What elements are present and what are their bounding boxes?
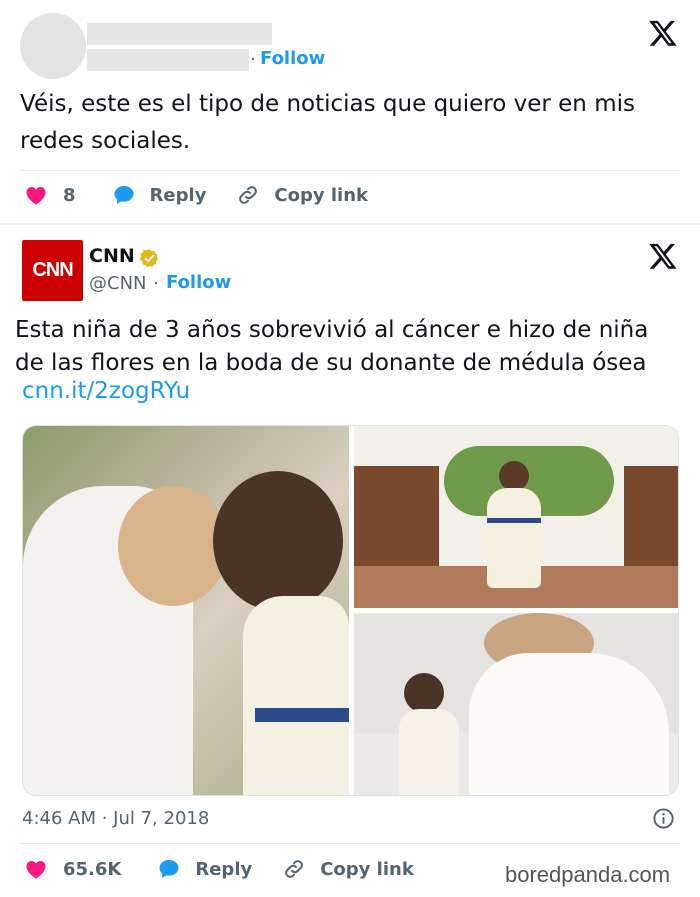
link-icon	[239, 186, 258, 204]
divider	[20, 843, 680, 844]
redacted-display-name	[87, 23, 272, 45]
article-link[interactable]: cnn.it/2zogRYu	[22, 378, 190, 404]
reply-button[interactable]: Reply	[157, 857, 252, 881]
reply-label: Reply	[195, 858, 253, 880]
heart-icon	[26, 861, 46, 879]
tweet-text-line: Esta niña de 3 años sobrevivió al cáncer…	[15, 317, 649, 343]
follow-button[interactable]: Follow	[166, 272, 231, 293]
verified-badge-icon	[139, 249, 159, 267]
photo-bride-kneeling[interactable]	[354, 613, 678, 795]
follow-button[interactable]: Follow	[260, 48, 325, 69]
like-count: 8	[63, 184, 76, 206]
heart-icon	[26, 187, 46, 205]
copy-link-button[interactable]: Copy link	[282, 857, 414, 881]
tweet-text-line: de las flores en la boda de su donante d…	[15, 350, 647, 376]
like-button[interactable]: 8	[24, 183, 76, 207]
link-icon	[285, 860, 304, 878]
tweet-actions: 65.6K Reply Copy link	[24, 857, 414, 881]
copy-link-label: Copy link	[320, 858, 414, 880]
copy-link-button[interactable]: Copy link	[236, 183, 368, 207]
reply-button[interactable]: Reply	[112, 183, 207, 207]
photo-girl-in-aisle[interactable]	[354, 426, 678, 608]
handle[interactable]: @CNN	[89, 273, 147, 294]
reply-bubble-icon	[159, 860, 179, 878]
tweet-text-line: redes sociales.	[20, 128, 191, 154]
info-icon[interactable]	[652, 807, 675, 830]
reply-label: Reply	[149, 184, 207, 206]
cnn-logo[interactable]: CNN	[22, 240, 83, 301]
watermark: boredpanda.com	[505, 862, 671, 887]
x-logo-icon[interactable]	[648, 18, 678, 48]
tweet-actions: 8 Reply Copy link	[24, 183, 368, 207]
like-button[interactable]: 65.6K	[24, 857, 121, 881]
reply-bubble-icon	[114, 186, 134, 204]
tweet-timestamp[interactable]: 4:46 AM · Jul 7, 2018	[22, 808, 209, 829]
x-logo-icon[interactable]	[648, 241, 678, 271]
display-name[interactable]: CNN	[89, 245, 135, 267]
copy-link-label: Copy link	[274, 184, 368, 206]
media-grid	[22, 425, 679, 796]
tweet-separator	[0, 223, 700, 225]
divider	[20, 170, 680, 171]
photo-bride-and-girl[interactable]	[23, 426, 349, 795]
separator-dot: ·	[250, 49, 256, 70]
tweet-text-line: Véis, este es el tipo de noticias que qu…	[20, 91, 635, 117]
separator-dot: ·	[153, 273, 159, 294]
avatar[interactable]	[20, 13, 86, 79]
redacted-handle	[87, 49, 249, 71]
like-count: 65.6K	[63, 858, 122, 880]
